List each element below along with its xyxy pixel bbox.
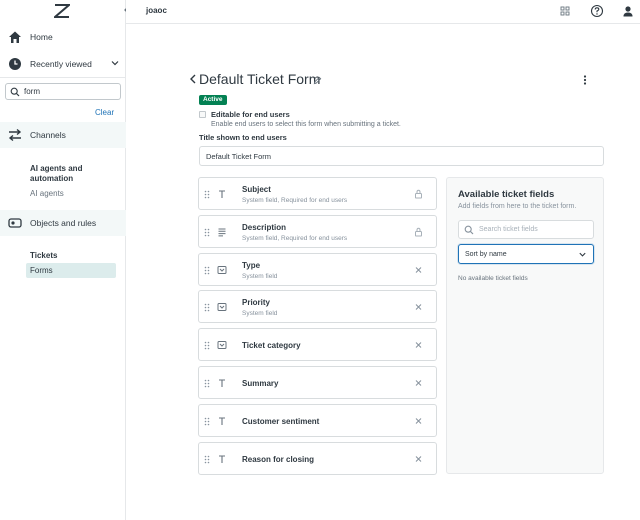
org-name: joaoc <box>146 6 167 15</box>
available-fields-panel: Available ticket fields Add fields from … <box>446 177 604 474</box>
sort-select-value: Sort by name <box>465 251 507 258</box>
remove-icon[interactable] <box>414 378 423 388</box>
ticket-field-card[interactable]: Subject System field, Required for end us… <box>198 177 437 210</box>
available-title: Available ticket fields <box>458 189 555 200</box>
search-icon <box>464 225 474 235</box>
remove-icon[interactable] <box>414 340 423 350</box>
back-icon[interactable] <box>188 73 198 85</box>
text-icon <box>219 379 225 387</box>
nav-forms[interactable]: Forms <box>26 263 116 278</box>
remove-icon[interactable] <box>414 416 423 426</box>
ticket-field-card[interactable]: Summary <box>198 366 437 399</box>
user-icon[interactable] <box>621 4 635 18</box>
ticket-field-card[interactable]: Reason for closing <box>198 442 437 475</box>
text-icon <box>219 190 225 198</box>
more-options-icon[interactable] <box>580 74 590 86</box>
lock-icon <box>415 189 422 199</box>
home-icon <box>9 31 21 43</box>
editable-checkbox[interactable] <box>199 111 206 118</box>
field-name: Ticket category <box>242 341 301 350</box>
field-description: System field <box>242 310 278 317</box>
drag-handle-icon[interactable] <box>204 341 210 350</box>
channels-arrows-icon <box>8 128 22 142</box>
nav-objects-rules[interactable]: Objects and rules <box>0 210 126 236</box>
drag-handle-icon[interactable] <box>204 228 210 237</box>
chevron-down-icon <box>579 252 586 257</box>
top-header: joaoc <box>126 0 640 24</box>
nav-channels[interactable]: Channels <box>0 122 126 148</box>
chevron-down-icon[interactable] <box>110 58 120 68</box>
nav-channels-label: Channels <box>30 130 66 140</box>
pencil-icon[interactable] <box>313 76 322 85</box>
nav-objects-rules-label: Objects and rules <box>30 218 97 228</box>
field-name: Subject <box>242 185 271 194</box>
nav-forms-label: Forms <box>30 266 53 275</box>
editable-hint: Enable end users to select this form whe… <box>211 121 401 128</box>
nav-ai-heading: AI agents and automation <box>30 164 83 183</box>
left-navigation: Home Recently viewed form Clear Channels… <box>0 0 130 520</box>
field-name: Customer sentiment <box>242 417 320 426</box>
sort-select[interactable]: Sort by name <box>458 244 594 264</box>
available-hint: Add fields from here to the ticket form. <box>458 203 577 210</box>
search-icon <box>10 87 20 97</box>
status-badge: Active <box>199 95 227 105</box>
drag-handle-icon[interactable] <box>204 455 210 464</box>
nav-home-label: Home <box>30 32 53 42</box>
no-available-fields: No available ticket fields <box>458 275 528 282</box>
field-description: System field, Required for end users <box>242 235 348 242</box>
help-icon[interactable] <box>590 4 604 18</box>
text-icon <box>219 455 225 463</box>
field-name: Description <box>242 223 287 232</box>
page-title: Default Ticket Form <box>199 71 321 87</box>
title-input-value: Default Ticket Form <box>206 152 272 161</box>
multiline-text-icon <box>218 228 226 237</box>
remove-icon[interactable] <box>414 454 423 464</box>
remove-icon[interactable] <box>414 302 423 312</box>
nav-home[interactable]: Home <box>0 24 126 50</box>
ticket-field-card[interactable]: Type System field <box>198 253 437 286</box>
field-description: System field <box>242 273 278 280</box>
lock-icon <box>415 227 422 237</box>
zendesk-logo[interactable] <box>54 4 70 18</box>
text-icon <box>219 417 225 425</box>
apps-grid-icon[interactable] <box>558 4 572 18</box>
nav-search-input[interactable]: form <box>5 83 121 100</box>
dropdown-icon <box>217 303 227 311</box>
field-name: Summary <box>242 379 279 388</box>
objects-rules-icon <box>8 218 22 228</box>
field-name: Type <box>242 261 261 270</box>
clear-search-link[interactable]: Clear <box>95 108 114 117</box>
drag-handle-icon[interactable] <box>204 190 210 199</box>
remove-icon[interactable] <box>414 265 423 275</box>
nav-recently-viewed[interactable]: Recently viewed <box>0 51 126 77</box>
dropdown-icon <box>217 341 227 349</box>
drag-handle-icon[interactable] <box>204 379 210 388</box>
nav-search-value: form <box>24 87 40 96</box>
editable-label: Editable for end users <box>211 110 290 119</box>
nav-divider <box>0 77 126 78</box>
field-description: System field, Required for end users <box>242 197 348 204</box>
nav-recently-viewed-label: Recently viewed <box>30 59 92 69</box>
search-fields-placeholder: Search ticket fields <box>479 226 538 233</box>
title-field-label: Title shown to end users <box>199 133 287 142</box>
drag-handle-icon[interactable] <box>204 417 210 426</box>
nav-ai-agents[interactable]: AI agents <box>30 189 64 198</box>
drag-handle-icon[interactable] <box>204 303 210 312</box>
nav-tickets-heading: Tickets <box>30 251 58 260</box>
search-fields-input[interactable]: Search ticket fields <box>458 220 594 239</box>
ticket-field-card[interactable]: Priority System field <box>198 290 437 323</box>
field-name: Reason for closing <box>242 455 315 464</box>
field-name: Priority <box>242 298 271 307</box>
drag-handle-icon[interactable] <box>204 266 210 275</box>
ticket-field-card[interactable]: Customer sentiment <box>198 404 437 437</box>
dropdown-icon <box>217 266 227 274</box>
title-input[interactable]: Default Ticket Form <box>199 146 604 166</box>
clock-icon <box>9 58 21 70</box>
ticket-field-card[interactable]: Ticket category <box>198 328 437 361</box>
ticket-field-card[interactable]: Description System field, Required for en… <box>198 215 437 248</box>
